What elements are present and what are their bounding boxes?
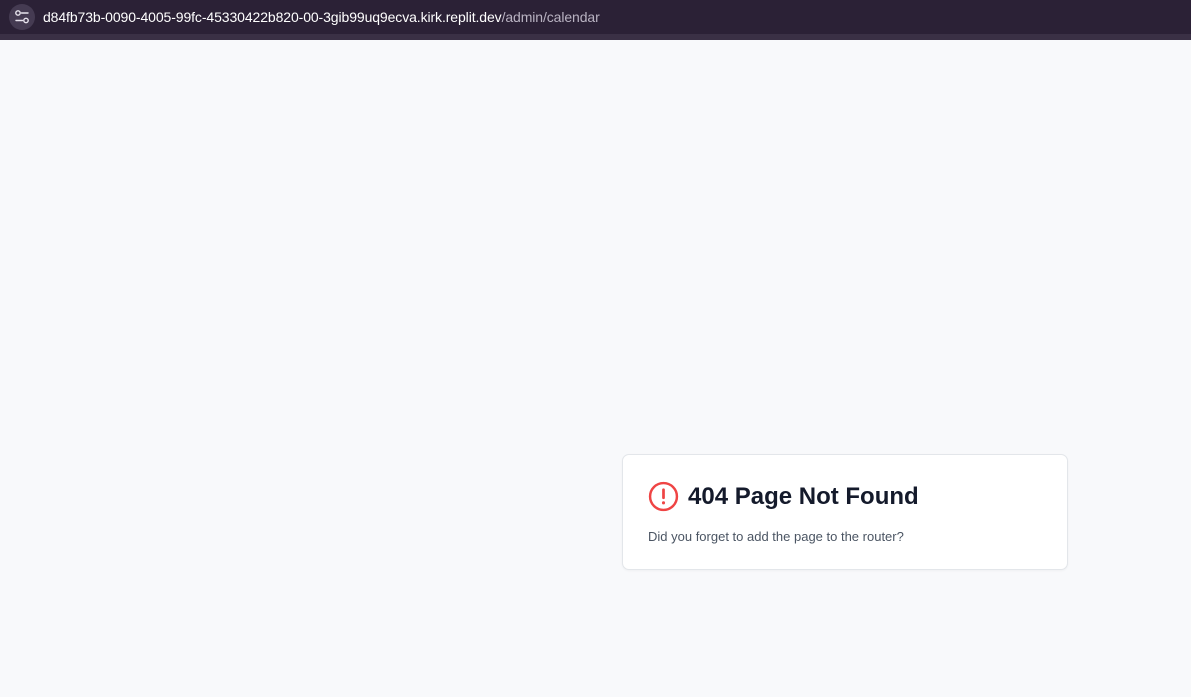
- card-header: 404 Page Not Found: [648, 481, 919, 512]
- url-field[interactable]: d84fb73b-0090-4005-99fc-45330422b820-00-…: [43, 8, 600, 26]
- site-info-button[interactable]: [9, 4, 35, 30]
- url-path: /admin/calendar: [501, 9, 600, 25]
- alert-circle-icon: [648, 481, 679, 512]
- tune-icon: [15, 10, 29, 24]
- page-content: 404 Page Not Found Did you forget to add…: [0, 40, 1191, 697]
- page-title: 404 Page Not Found: [688, 482, 919, 510]
- browser-address-bar: d84fb73b-0090-4005-99fc-45330422b820-00-…: [0, 0, 1191, 40]
- error-message: Did you forget to add the page to the ro…: [648, 529, 904, 544]
- not-found-card: 404 Page Not Found Did you forget to add…: [622, 454, 1068, 570]
- url-host: d84fb73b-0090-4005-99fc-45330422b820-00-…: [43, 9, 502, 25]
